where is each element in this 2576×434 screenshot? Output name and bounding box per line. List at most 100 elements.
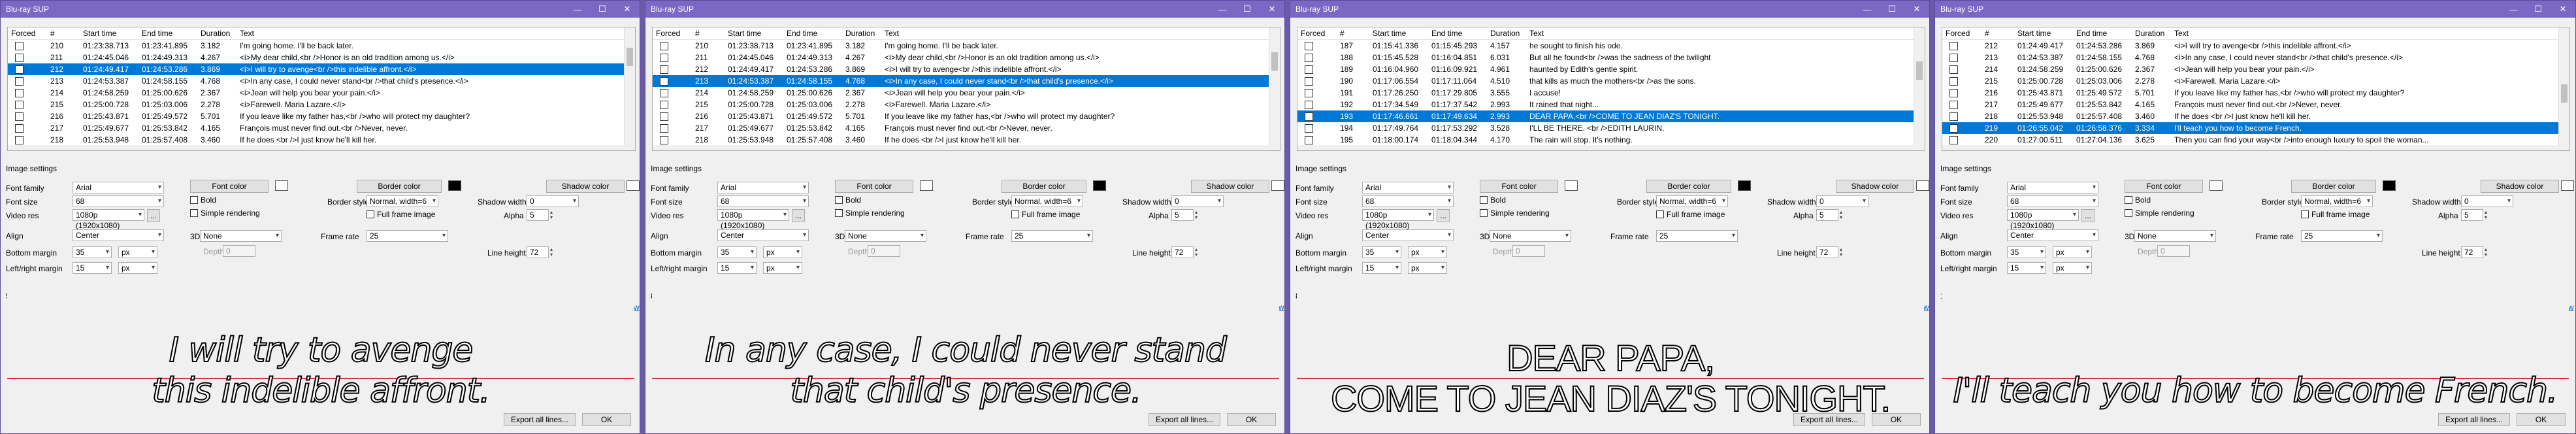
alpha-spinner[interactable]: ▴ ▾ (2485, 210, 2487, 220)
list-row[interactable]: 211 01:24:45.046 01:24:49.313 4.267 <i>My de… (8, 52, 635, 63)
font-color-button[interactable]: Font color (1480, 180, 1558, 193)
list-row[interactable]: 192 01:17:34.549 01:17:37.542 2.993 It raine… (1297, 99, 1925, 110)
simple-rendering-checkbox[interactable] (2125, 209, 2132, 217)
alpha-input[interactable]: 5 (1171, 209, 1194, 221)
line-height-spinner[interactable]: ▴ ▾ (1840, 247, 1842, 258)
forced-checkbox[interactable] (1305, 101, 1313, 110)
line-height-spinner[interactable]: ▴ ▾ (2485, 247, 2487, 258)
list-row[interactable]: 188 01:15:45.528 01:16:04.851 6.031 But all … (1297, 52, 1925, 63)
border-style-select[interactable]: Normal, width=6 ▾ (1011, 195, 1083, 207)
alpha-spinner[interactable]: ▴ ▾ (550, 210, 553, 220)
shadow-width-input[interactable]: 0 ▾ (1171, 195, 1224, 207)
left-right-margin-unit-select[interactable]: px ▾ (763, 262, 802, 274)
left-right-margin-input[interactable]: 15 ▾ (1362, 262, 1401, 274)
list-row[interactable]: 210 01:23:38.713 01:23:41.895 3.182 I'm goin… (653, 40, 1280, 52)
bottom-margin-unit-select[interactable]: px ▾ (118, 246, 157, 258)
forced-checkbox[interactable] (1305, 89, 1313, 98)
list-row[interactable]: 215 01:25:00.728 01:25:03.006 2.278 <i>Farew… (653, 99, 1280, 110)
column-header[interactable]: End time (1428, 27, 1487, 39)
horizontal-scrollbar[interactable] (653, 145, 1280, 150)
forced-checkbox[interactable] (660, 54, 668, 63)
shadow-color-swatch[interactable] (1271, 180, 1284, 191)
3d-select[interactable]: None ▾ (200, 230, 282, 242)
maximize-button[interactable]: ☐ (2526, 1, 2551, 18)
list-row[interactable]: 217 01:25:49.677 01:25:53.842 4.165 François… (8, 122, 635, 134)
video-res-more-button[interactable]: ... (792, 209, 805, 222)
frame-rate-select[interactable]: 25 ▾ (1011, 230, 1093, 242)
border-color-button[interactable]: Border color (2291, 180, 2376, 193)
border-color-swatch[interactable] (448, 180, 461, 191)
forced-checkbox[interactable] (15, 65, 24, 75)
export-all-lines-button[interactable]: Export all lines... (1149, 413, 1220, 426)
shadow-color-swatch[interactable] (2561, 180, 2574, 191)
subtitle-list[interactable]: Forced # Start time End time Duration Text 210… (652, 27, 1280, 151)
forced-checkbox[interactable] (660, 136, 668, 145)
forced-checkbox[interactable] (15, 112, 24, 122)
simple-rendering-checkbox[interactable] (835, 209, 843, 217)
ok-button[interactable]: OK (1227, 413, 1276, 426)
export-all-lines-button[interactable]: Export all lines... (1793, 413, 1865, 426)
font-color-button[interactable]: Font color (2125, 180, 2203, 193)
list-row[interactable]: 216 01:25:43.871 01:25:49.572 5.701 If you l… (653, 110, 1280, 122)
list-row[interactable]: 218 01:25:53.948 01:25:57.408 3.460 If he do… (1942, 110, 2569, 122)
border-color-swatch[interactable] (1093, 180, 1106, 191)
list-row[interactable]: 187 01:15:41.336 01:15:45.293 4.157 he sough… (1297, 40, 1925, 52)
font-color-swatch[interactable] (275, 180, 288, 191)
forced-checkbox[interactable] (1949, 124, 1958, 133)
close-button[interactable]: ✕ (2551, 1, 2575, 18)
bold-checkbox[interactable] (190, 196, 198, 204)
column-header[interactable]: # (1981, 27, 2014, 39)
shadow-width-input[interactable]: 0 ▾ (2461, 195, 2513, 207)
frame-rate-select[interactable]: 25 ▾ (1656, 230, 1738, 242)
list-row[interactable]: 210 01:23:38.713 01:23:41.895 3.182 I'm goin… (8, 40, 635, 52)
forced-checkbox[interactable] (1949, 101, 1958, 110)
video-res-select[interactable]: 1080p (1920x1080) ▾ (717, 209, 789, 230)
forced-checkbox[interactable] (1949, 65, 1958, 75)
video-res-select[interactable]: 1080p (1920x1080) ▾ (1362, 209, 1434, 230)
minimize-button[interactable]: — (2501, 1, 2526, 18)
export-all-lines-button[interactable]: Export all lines... (2438, 413, 2510, 426)
bold-checkbox[interactable] (1480, 196, 1488, 204)
column-header[interactable]: # (1337, 27, 1369, 39)
list-row[interactable]: 213 01:24:53.387 01:24:58.155 4.768 <i>In an… (8, 75, 635, 87)
left-right-margin-unit-select[interactable]: px ▾ (118, 262, 157, 274)
column-header[interactable]: Start time (725, 27, 783, 39)
font-color-button[interactable]: Font color (835, 180, 913, 193)
forced-checkbox[interactable] (1949, 112, 1958, 122)
bottom-margin-input[interactable]: 35 ▾ (717, 246, 757, 258)
list-row[interactable]: 217 01:25:49.677 01:25:53.842 4.165 François… (1942, 99, 2569, 110)
left-right-margin-unit-select[interactable]: px ▾ (1408, 262, 1447, 274)
align-select[interactable]: Center ▾ (73, 229, 164, 241)
forced-checkbox[interactable] (1305, 124, 1313, 133)
ok-button[interactable]: OK (1872, 413, 1921, 426)
shadow-width-input[interactable]: 0 ▾ (1816, 195, 1868, 207)
list-row[interactable]: 189 01:16:04.960 01:16:09.921 4.961 haunted … (1297, 63, 1925, 75)
column-header[interactable]: Duration (842, 27, 881, 39)
list-row[interactable]: 193 01:17:46.661 01:17:49.634 2.993 DEAR PAP… (1297, 110, 1925, 122)
line-height-input[interactable]: 72 (1816, 246, 1838, 258)
font-size-select[interactable]: 68 ▾ (717, 195, 809, 207)
column-header[interactable]: Text (2171, 27, 2569, 39)
forced-checkbox[interactable] (15, 77, 24, 86)
column-header[interactable]: End time (139, 27, 197, 39)
border-color-swatch[interactable] (1738, 180, 1751, 191)
3d-select[interactable]: None ▾ (845, 230, 926, 242)
column-header[interactable]: Forced (1942, 27, 1981, 39)
forced-checkbox[interactable] (1305, 77, 1313, 86)
maximize-button[interactable]: ☐ (590, 1, 615, 18)
video-res-more-button[interactable]: ... (2081, 209, 2095, 222)
forced-checkbox[interactable] (15, 89, 24, 98)
list-row[interactable]: 216 01:25:43.871 01:25:49.572 5.701 If you l… (8, 110, 635, 122)
forced-checkbox[interactable] (15, 42, 24, 51)
maximize-button[interactable]: ☐ (1880, 1, 1904, 18)
column-header[interactable]: Duration (197, 27, 236, 39)
forced-checkbox[interactable] (1949, 54, 1958, 63)
vertical-scrollbar[interactable] (1269, 27, 1280, 150)
font-color-swatch[interactable] (2209, 180, 2223, 191)
forced-checkbox[interactable] (660, 124, 668, 133)
subtitle-list[interactable]: Forced # Start time End time Duration Text 212… (1942, 27, 2570, 151)
align-select[interactable]: Center ▾ (2007, 229, 2098, 241)
full-frame-image-checkbox[interactable] (2301, 210, 2309, 218)
bottom-margin-input[interactable]: 35 ▾ (73, 246, 112, 258)
shadow-color-button[interactable]: Shadow color (1836, 180, 1914, 193)
